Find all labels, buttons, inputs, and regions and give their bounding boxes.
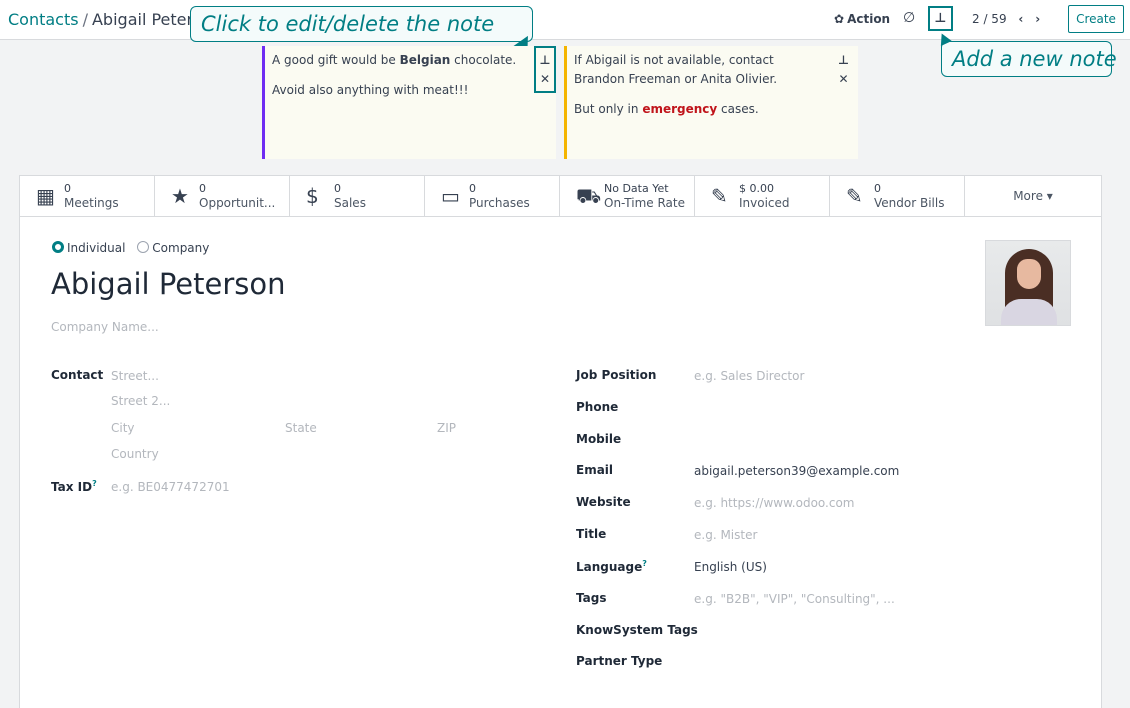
- pager-value[interactable]: 2 / 59: [972, 12, 1007, 26]
- close-icon[interactable]: ✕: [838, 70, 849, 89]
- contact-form-sheet: Individual Company Abigail Peterson Comp…: [19, 217, 1102, 708]
- city-field[interactable]: City: [111, 421, 135, 435]
- gear-icon: ✿: [834, 12, 845, 26]
- phone-label: Phone: [576, 400, 619, 414]
- pin-icon[interactable]: ⊥: [536, 51, 554, 70]
- note-1-line-1: A good gift would be Belgian chocolate.: [272, 53, 517, 67]
- breadcrumb-contacts[interactable]: Contacts: [8, 10, 79, 29]
- callout-add-note: Add a new note: [941, 41, 1117, 77]
- language-label: Language?: [576, 559, 647, 574]
- purchases-button[interactable]: ▭ 0 Purchases: [425, 176, 560, 216]
- street2-field[interactable]: Street 2...: [111, 394, 170, 408]
- note-1-line-2: Avoid also anything with meat!!!: [272, 83, 469, 97]
- note-2-line-1: If Abigail is not available, contact Bra…: [574, 53, 778, 86]
- pin-icon: ⊥: [934, 11, 947, 26]
- sales-button[interactable]: $ 0 Sales: [290, 176, 425, 216]
- help-icon[interactable]: ?: [642, 559, 647, 568]
- chevron-right-icon[interactable]: ›: [1035, 12, 1040, 26]
- tax-id-label: Tax ID?: [51, 479, 97, 494]
- more-button[interactable]: More ▾: [965, 176, 1101, 216]
- breadcrumb-separator: /: [82, 10, 88, 29]
- mobile-label: Mobile: [576, 432, 622, 446]
- radio-company[interactable]: [137, 241, 150, 253]
- pager: 2 / 59 ‹ ›: [972, 12, 1040, 26]
- close-icon[interactable]: ✕: [536, 70, 554, 89]
- create-button[interactable]: Create: [1068, 5, 1124, 33]
- smart-buttons: ▦ 0 Meetings ★ 0 Opportunit... $ 0 Sales…: [19, 175, 1102, 217]
- tax-id-field[interactable]: e.g. BE0477472701: [111, 480, 230, 494]
- control-panel: Contacts / Abigail Peter Click to edit/del…: [0, 0, 1130, 57]
- credit-card-icon: ▭: [441, 184, 460, 208]
- title-label: Title: [576, 527, 607, 541]
- pin-icon[interactable]: ⊥: [838, 51, 849, 70]
- note-2-actions: ⊥ ✕: [838, 51, 849, 89]
- website-field[interactable]: e.g. https://www.odoo.com: [694, 496, 855, 510]
- note-1-actions: ⊥ ✕: [534, 46, 556, 93]
- avatar-face: [1017, 259, 1041, 289]
- note-card-2[interactable]: If Abigail is not available, contact Bra…: [564, 46, 858, 159]
- calendar-icon: ▦: [36, 184, 55, 208]
- dollar-icon: $: [306, 184, 319, 208]
- email-label: Email: [576, 463, 614, 477]
- action-menu-button[interactable]: ✿ Action: [834, 12, 890, 26]
- contact-label: Contact: [51, 368, 104, 382]
- country-field[interactable]: Country: [111, 447, 159, 461]
- partner-name-field[interactable]: Abigail Peterson: [51, 267, 285, 301]
- avatar[interactable]: [985, 240, 1071, 326]
- language-field[interactable]: English (US): [694, 560, 767, 574]
- company-type-radio: Individual Company: [52, 241, 209, 255]
- note-card-1[interactable]: A good gift would be Belgian chocolate. …: [262, 46, 556, 159]
- on-time-rate-button[interactable]: ⛟ No Data Yet On-Time Rate: [560, 176, 695, 216]
- zip-field[interactable]: ZIP: [437, 421, 456, 435]
- tags-field[interactable]: e.g. "B2B", "VIP", "Consulting", ...: [694, 592, 895, 606]
- breadcrumb-current: Abigail Peter: [91, 10, 194, 29]
- tags-label: Tags: [576, 591, 607, 605]
- opportunities-button[interactable]: ★ 0 Opportunit...: [155, 176, 290, 216]
- truck-icon: ⛟: [576, 184, 602, 208]
- email-field[interactable]: abigail.peterson39@example.com: [694, 464, 899, 478]
- state-field[interactable]: State: [285, 421, 317, 435]
- note-2-line-2: But only in emergency cases.: [574, 102, 759, 116]
- avatar-top: [1001, 299, 1057, 325]
- job-position-field[interactable]: e.g. Sales Director: [694, 369, 804, 383]
- vendor-bills-button[interactable]: ✎ 0 Vendor Bills: [830, 176, 965, 216]
- radio-individual[interactable]: [52, 241, 64, 253]
- add-note-pin-button[interactable]: ⊥: [928, 6, 953, 31]
- discard-icon[interactable]: ∅: [903, 10, 915, 26]
- chevron-left-icon[interactable]: ‹: [1018, 12, 1023, 26]
- star-icon: ★: [171, 184, 189, 208]
- company-name-field[interactable]: Company Name...: [51, 320, 159, 334]
- partner-type-label: Partner Type: [576, 654, 663, 668]
- edit-icon: ✎: [846, 184, 863, 208]
- invoiced-button[interactable]: ✎ $ 0.00 Invoiced: [695, 176, 830, 216]
- website-label: Website: [576, 495, 631, 509]
- title-field[interactable]: e.g. Mister: [694, 528, 757, 542]
- edit-icon: ✎: [711, 184, 728, 208]
- job-position-label: Job Position: [576, 368, 657, 382]
- knowsystem-tags-label: KnowSystem Tags: [576, 623, 698, 637]
- street-field[interactable]: Street...: [111, 369, 159, 383]
- breadcrumb: Contacts / Abigail Peter: [8, 10, 193, 29]
- meetings-button[interactable]: ▦ 0 Meetings: [20, 176, 155, 216]
- callout-edit-note: Click to edit/delete the note: [190, 6, 533, 42]
- action-label: Action: [847, 12, 891, 26]
- help-icon[interactable]: ?: [92, 479, 97, 488]
